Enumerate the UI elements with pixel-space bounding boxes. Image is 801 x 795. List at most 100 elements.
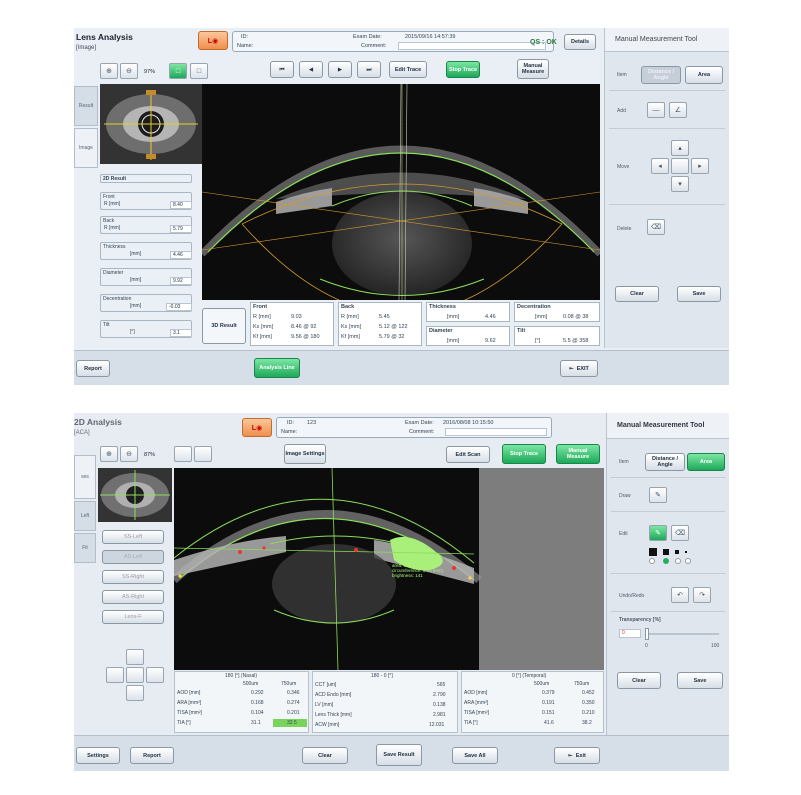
- brush-size-small[interactable]: [675, 550, 679, 554]
- transparency-value[interactable]: 0: [619, 629, 641, 638]
- zoom-out-icon-2[interactable]: ⊖: [120, 446, 138, 462]
- aca-analysis-screen: 2D Analysis [ACA] L◉ ID: 123 Name: Exam …: [74, 413, 729, 771]
- brush-size-medium[interactable]: [663, 549, 669, 555]
- comment-field-2[interactable]: [445, 428, 547, 436]
- delete-label: Delete: [617, 226, 632, 232]
- item-distance-angle-button[interactable]: Distance / Angle: [641, 66, 681, 84]
- add-line-icon[interactable]: —: [647, 102, 665, 118]
- nav-left-icon[interactable]: [106, 667, 124, 683]
- exit-icon-2: ⇤: [568, 752, 573, 759]
- front-value: 8.40: [170, 201, 192, 209]
- aca-image-svg: [174, 468, 604, 670]
- draw-pen-icon[interactable]: ✎: [649, 487, 667, 503]
- temporal-r3-v2: 38.2: [582, 720, 592, 726]
- scan-as-right[interactable]: AS-Right: [102, 590, 164, 604]
- aca-viewer[interactable]: area: 1.05 [mm²] circumference: 5.03 [mm…: [174, 468, 604, 670]
- zoom-in-icon[interactable]: ⊕: [100, 63, 118, 79]
- nav-up-icon[interactable]: [126, 649, 144, 665]
- brush-color-green[interactable]: [663, 558, 669, 564]
- oct-viewer[interactable]: [202, 84, 600, 300]
- item-area-button-2[interactable]: Area: [687, 453, 725, 471]
- manual-measure-button[interactable]: Manual Measure: [517, 59, 549, 79]
- exit-button-2[interactable]: ⇤ Exit: [554, 747, 600, 764]
- panel-clear-button[interactable]: Clear: [615, 286, 659, 302]
- report-button-2[interactable]: Report: [130, 747, 174, 764]
- id-label-2: ID:: [287, 420, 295, 426]
- scan-lens-f[interactable]: Lens-F: [102, 610, 164, 624]
- zoom-out-icon[interactable]: ⊖: [120, 63, 138, 79]
- nav-right-icon[interactable]: [146, 667, 164, 683]
- zoom-in-icon-2[interactable]: ⊕: [100, 446, 118, 462]
- fit-view-icon-2[interactable]: [174, 446, 192, 462]
- last-frame-button[interactable]: ⏭: [357, 61, 381, 78]
- brush-color-white[interactable]: [649, 558, 655, 564]
- manual-measurement-panel: Manual Measurement Tool Item Distance / …: [604, 28, 729, 348]
- page-view-icon-2[interactable]: [194, 446, 212, 462]
- tab-left[interactable]: Left: [74, 501, 96, 531]
- center-r0-k: CCT [um]: [315, 682, 337, 688]
- delete-eraser-icon[interactable]: ⌫: [647, 219, 665, 235]
- nasal-r2-k: TISA [mm²]: [177, 710, 202, 716]
- redo-icon[interactable]: ↷: [693, 587, 711, 603]
- edit-trace-button[interactable]: Edit Trace: [389, 61, 427, 78]
- tab-ses[interactable]: ses: [74, 455, 96, 499]
- save-all-button[interactable]: Save All: [452, 747, 498, 764]
- report-button[interactable]: Report: [76, 360, 110, 377]
- details-button[interactable]: Details: [564, 34, 596, 50]
- footer-bar: [74, 350, 729, 385]
- move-up-icon[interactable]: ▴: [671, 140, 689, 156]
- panel2-divider-2: [611, 511, 725, 512]
- transparency-slider-thumb[interactable]: [645, 628, 649, 640]
- manual-measure-button-2[interactable]: Manual Measure: [556, 444, 600, 464]
- panel-save-button[interactable]: Save: [677, 286, 721, 302]
- transparency-slider-track[interactable]: [647, 633, 719, 635]
- stop-trace-button-2[interactable]: Stop Trace: [502, 444, 546, 464]
- exit-button[interactable]: ⇤ EXIT: [560, 360, 598, 377]
- brush-size-tiny[interactable]: [685, 551, 687, 553]
- logo-mark-2: L◉: [251, 424, 263, 432]
- decentration-3d-value: 0.08 @ 38: [563, 314, 589, 320]
- eye-thumbnail: [100, 84, 202, 164]
- brush-color-white-2[interactable]: [675, 558, 681, 564]
- image-settings-button[interactable]: Image Settings: [284, 444, 326, 464]
- panel-clear-button-2[interactable]: Clear: [617, 672, 661, 689]
- thickness-value: 4.46: [170, 251, 192, 259]
- temporal-r0-k: AOD [mm]: [464, 690, 488, 696]
- fit-view-icon[interactable]: □: [169, 63, 187, 79]
- scan-ss-right[interactable]: SS-Right: [102, 570, 164, 584]
- settings-button[interactable]: Settings: [76, 747, 120, 764]
- move-right-icon[interactable]: ▸: [691, 158, 709, 174]
- save-result-button[interactable]: Save Result: [376, 744, 422, 766]
- clear-button[interactable]: Clear: [302, 747, 348, 764]
- brush-size-large[interactable]: [649, 548, 657, 556]
- item-area-button[interactable]: Area: [685, 66, 723, 84]
- edit-pen-icon[interactable]: ✎: [649, 525, 667, 541]
- nav-center-icon[interactable]: [126, 667, 144, 683]
- tab-image[interactable]: Image: [74, 128, 98, 168]
- page-view-icon[interactable]: □: [190, 63, 208, 79]
- stop-trace-button[interactable]: Stop Trace: [446, 61, 480, 78]
- undo-icon[interactable]: ↶: [671, 587, 689, 603]
- scan-as-left[interactable]: AS-Left: [102, 550, 164, 564]
- panel-save-button-2[interactable]: Save: [677, 672, 723, 689]
- nav-down-icon[interactable]: [126, 685, 144, 701]
- brush-color-white-3[interactable]: [685, 558, 691, 564]
- prev-frame-button[interactable]: ◀: [299, 61, 323, 78]
- move-down-icon[interactable]: ▾: [671, 176, 689, 192]
- tab-fit[interactable]: Fit: [74, 533, 96, 563]
- thickness-unit: [mm]: [130, 251, 142, 257]
- move-left-icon[interactable]: ◂: [651, 158, 669, 174]
- add-angle-icon[interactable]: ∠: [669, 102, 687, 118]
- item-distance-angle-button-2[interactable]: Distance / Angle: [645, 453, 685, 471]
- scan-ss-left[interactable]: SS-Left: [102, 530, 164, 544]
- decentration-3d-header: Decentration: [517, 304, 551, 310]
- brush-size-swatches[interactable]: [649, 548, 719, 564]
- first-frame-button[interactable]: ⏮: [270, 61, 294, 78]
- comment-field[interactable]: [398, 42, 546, 50]
- edit-eraser-icon[interactable]: ⌫: [671, 525, 689, 541]
- next-frame-button[interactable]: ▶: [328, 61, 352, 78]
- tab-result[interactable]: Result: [74, 86, 98, 126]
- analysis-line-button[interactable]: Analysis Line: [254, 358, 300, 378]
- edit-scan-button[interactable]: Edit Scan: [446, 446, 490, 463]
- move-center-icon[interactable]: [671, 158, 689, 174]
